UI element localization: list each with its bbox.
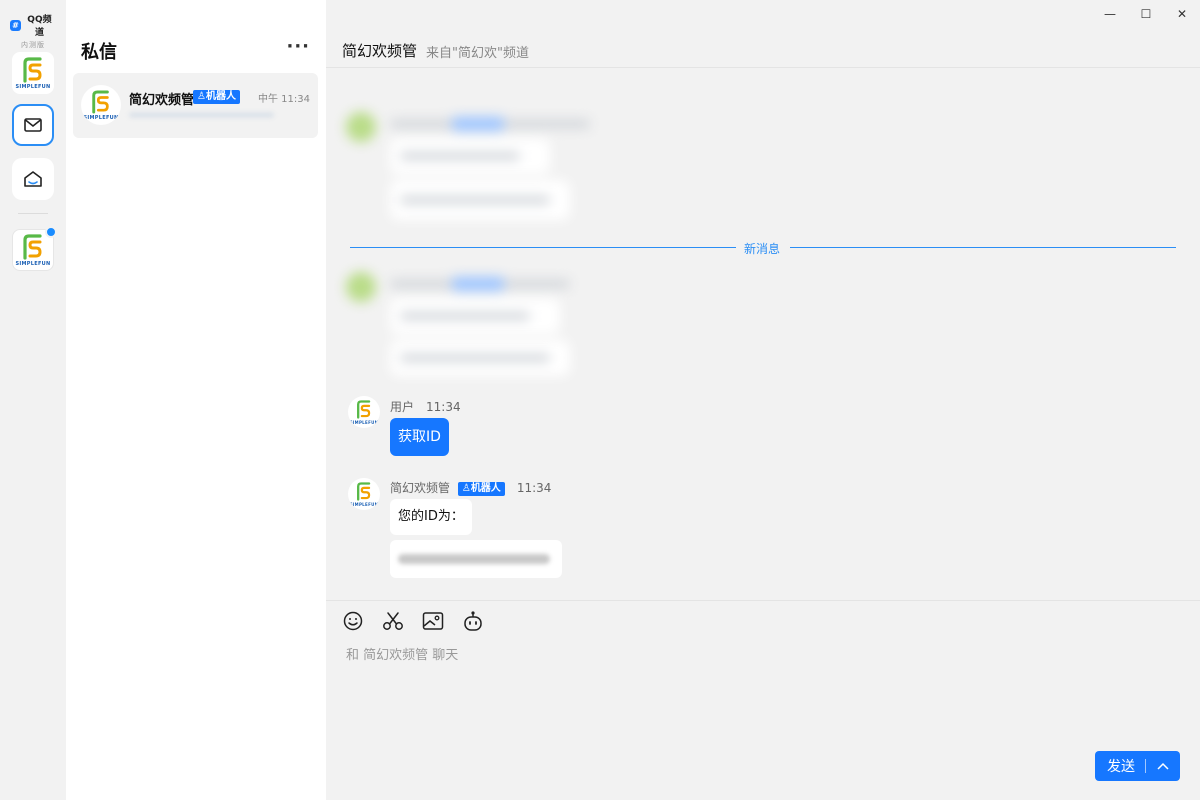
more-options-button[interactable]: ···	[286, 36, 310, 57]
new-messages-divider-line	[350, 247, 736, 248]
message-time: 11:34	[516, 481, 552, 495]
new-messages-divider: 新消息	[744, 242, 781, 256]
conversation-list-panel: 私信 ··· SIMPLEFUN 简幻欢频管 ♙机器人 中午 11:34	[66, 0, 326, 800]
message-meta: 简幻欢频管 ♙机器人 11:34	[390, 479, 551, 496]
avatar: SIMPLEFUN	[81, 85, 121, 125]
logo-text: SIMPLEFUN	[15, 260, 51, 267]
scissors-icon[interactable]	[382, 610, 404, 632]
message-bubble: 获取ID	[390, 418, 449, 456]
app-name: QQ频道	[27, 15, 52, 38]
left-rail: # QQ频道 内测版 SIMPLEFUN SIMPLEFUN	[0, 0, 66, 800]
conversation-name-text: 简幻欢频管	[129, 93, 195, 108]
message-bubble: 您的ID为：	[390, 499, 472, 535]
logo-text: SIMPLEFUN	[349, 419, 379, 425]
channel-home-button[interactable]	[12, 158, 54, 200]
logo-text: SIMPLEFUN	[349, 501, 379, 507]
minimize-button[interactable]: —	[1092, 0, 1128, 28]
app-brand: # QQ频道 内测版	[10, 12, 56, 50]
close-button[interactable]: ✕	[1164, 0, 1200, 28]
send-button-label: 发送	[1107, 759, 1135, 775]
logo-text: SIMPLEFUN	[83, 114, 119, 121]
message-sender: 简幻欢频管	[390, 481, 451, 495]
logo-text: SIMPLEFUN	[15, 83, 51, 90]
rail-divider	[18, 213, 48, 214]
direct-messages-button[interactable]	[12, 104, 54, 146]
message-time: 11:34	[426, 400, 461, 414]
conversation-item[interactable]: SIMPLEFUN 简幻欢频管 ♙机器人 中午 11:34	[73, 73, 318, 138]
robot-icon[interactable]	[462, 610, 484, 632]
chat-subtitle: 来自"简幻欢"频道	[426, 46, 529, 61]
chat-header: 简幻欢频管 来自"简幻欢"频道	[326, 0, 1200, 68]
message-meta: 用户 11:34	[390, 398, 461, 415]
app-edition: 内测版	[21, 41, 45, 49]
conversation-time: 中午 11:34	[258, 94, 310, 105]
conversation-name: 简幻欢频管 ♙机器人	[129, 89, 240, 108]
smile-icon[interactable]	[342, 610, 364, 632]
image-icon[interactable]	[422, 610, 444, 632]
window-controls: — ☐ ✕	[1092, 0, 1200, 28]
composer-toolbar	[342, 610, 484, 632]
robot-badge-label: 机器人	[470, 483, 501, 494]
chat-panel: 简幻欢频管 来自"简幻欢"频道 — ☐ ✕ 新消息 SIMPLEFUN 用户 1…	[326, 0, 1200, 800]
qq-channel-logo-icon: #	[10, 19, 21, 31]
new-messages-divider-line	[790, 247, 1176, 248]
redacted-message-bubble	[390, 540, 562, 578]
simplefun-logo-icon[interactable]: SIMPLEFUN	[12, 52, 54, 94]
chat-title: 简幻欢频管	[342, 42, 418, 60]
redacted-message	[342, 260, 602, 380]
avatar[interactable]: SIMPLEFUN	[348, 396, 380, 428]
redacted-id	[398, 554, 550, 564]
unread-badge	[45, 226, 57, 238]
redacted-message	[342, 100, 602, 225]
message-input[interactable]: 和 简幻欢频管 聊天	[346, 644, 458, 663]
robot-badge: ♙机器人	[457, 482, 505, 496]
maximize-button[interactable]: ☐	[1128, 0, 1164, 28]
conversation-preview-redacted	[129, 112, 274, 118]
send-button[interactable]: 发送	[1095, 751, 1180, 781]
avatar[interactable]: SIMPLEFUN	[348, 478, 380, 510]
robot-badge: ♙机器人	[193, 90, 240, 104]
send-options-chevron-up-icon[interactable]	[1146, 762, 1180, 770]
message-composer: 和 简幻欢频管 聊天 发送	[326, 600, 1200, 800]
robot-badge-label: 机器人	[205, 91, 236, 102]
message-sender: 用户	[390, 400, 415, 414]
list-title: 私信	[81, 42, 117, 63]
mail-icon	[24, 118, 42, 132]
home-icon	[24, 171, 42, 187]
